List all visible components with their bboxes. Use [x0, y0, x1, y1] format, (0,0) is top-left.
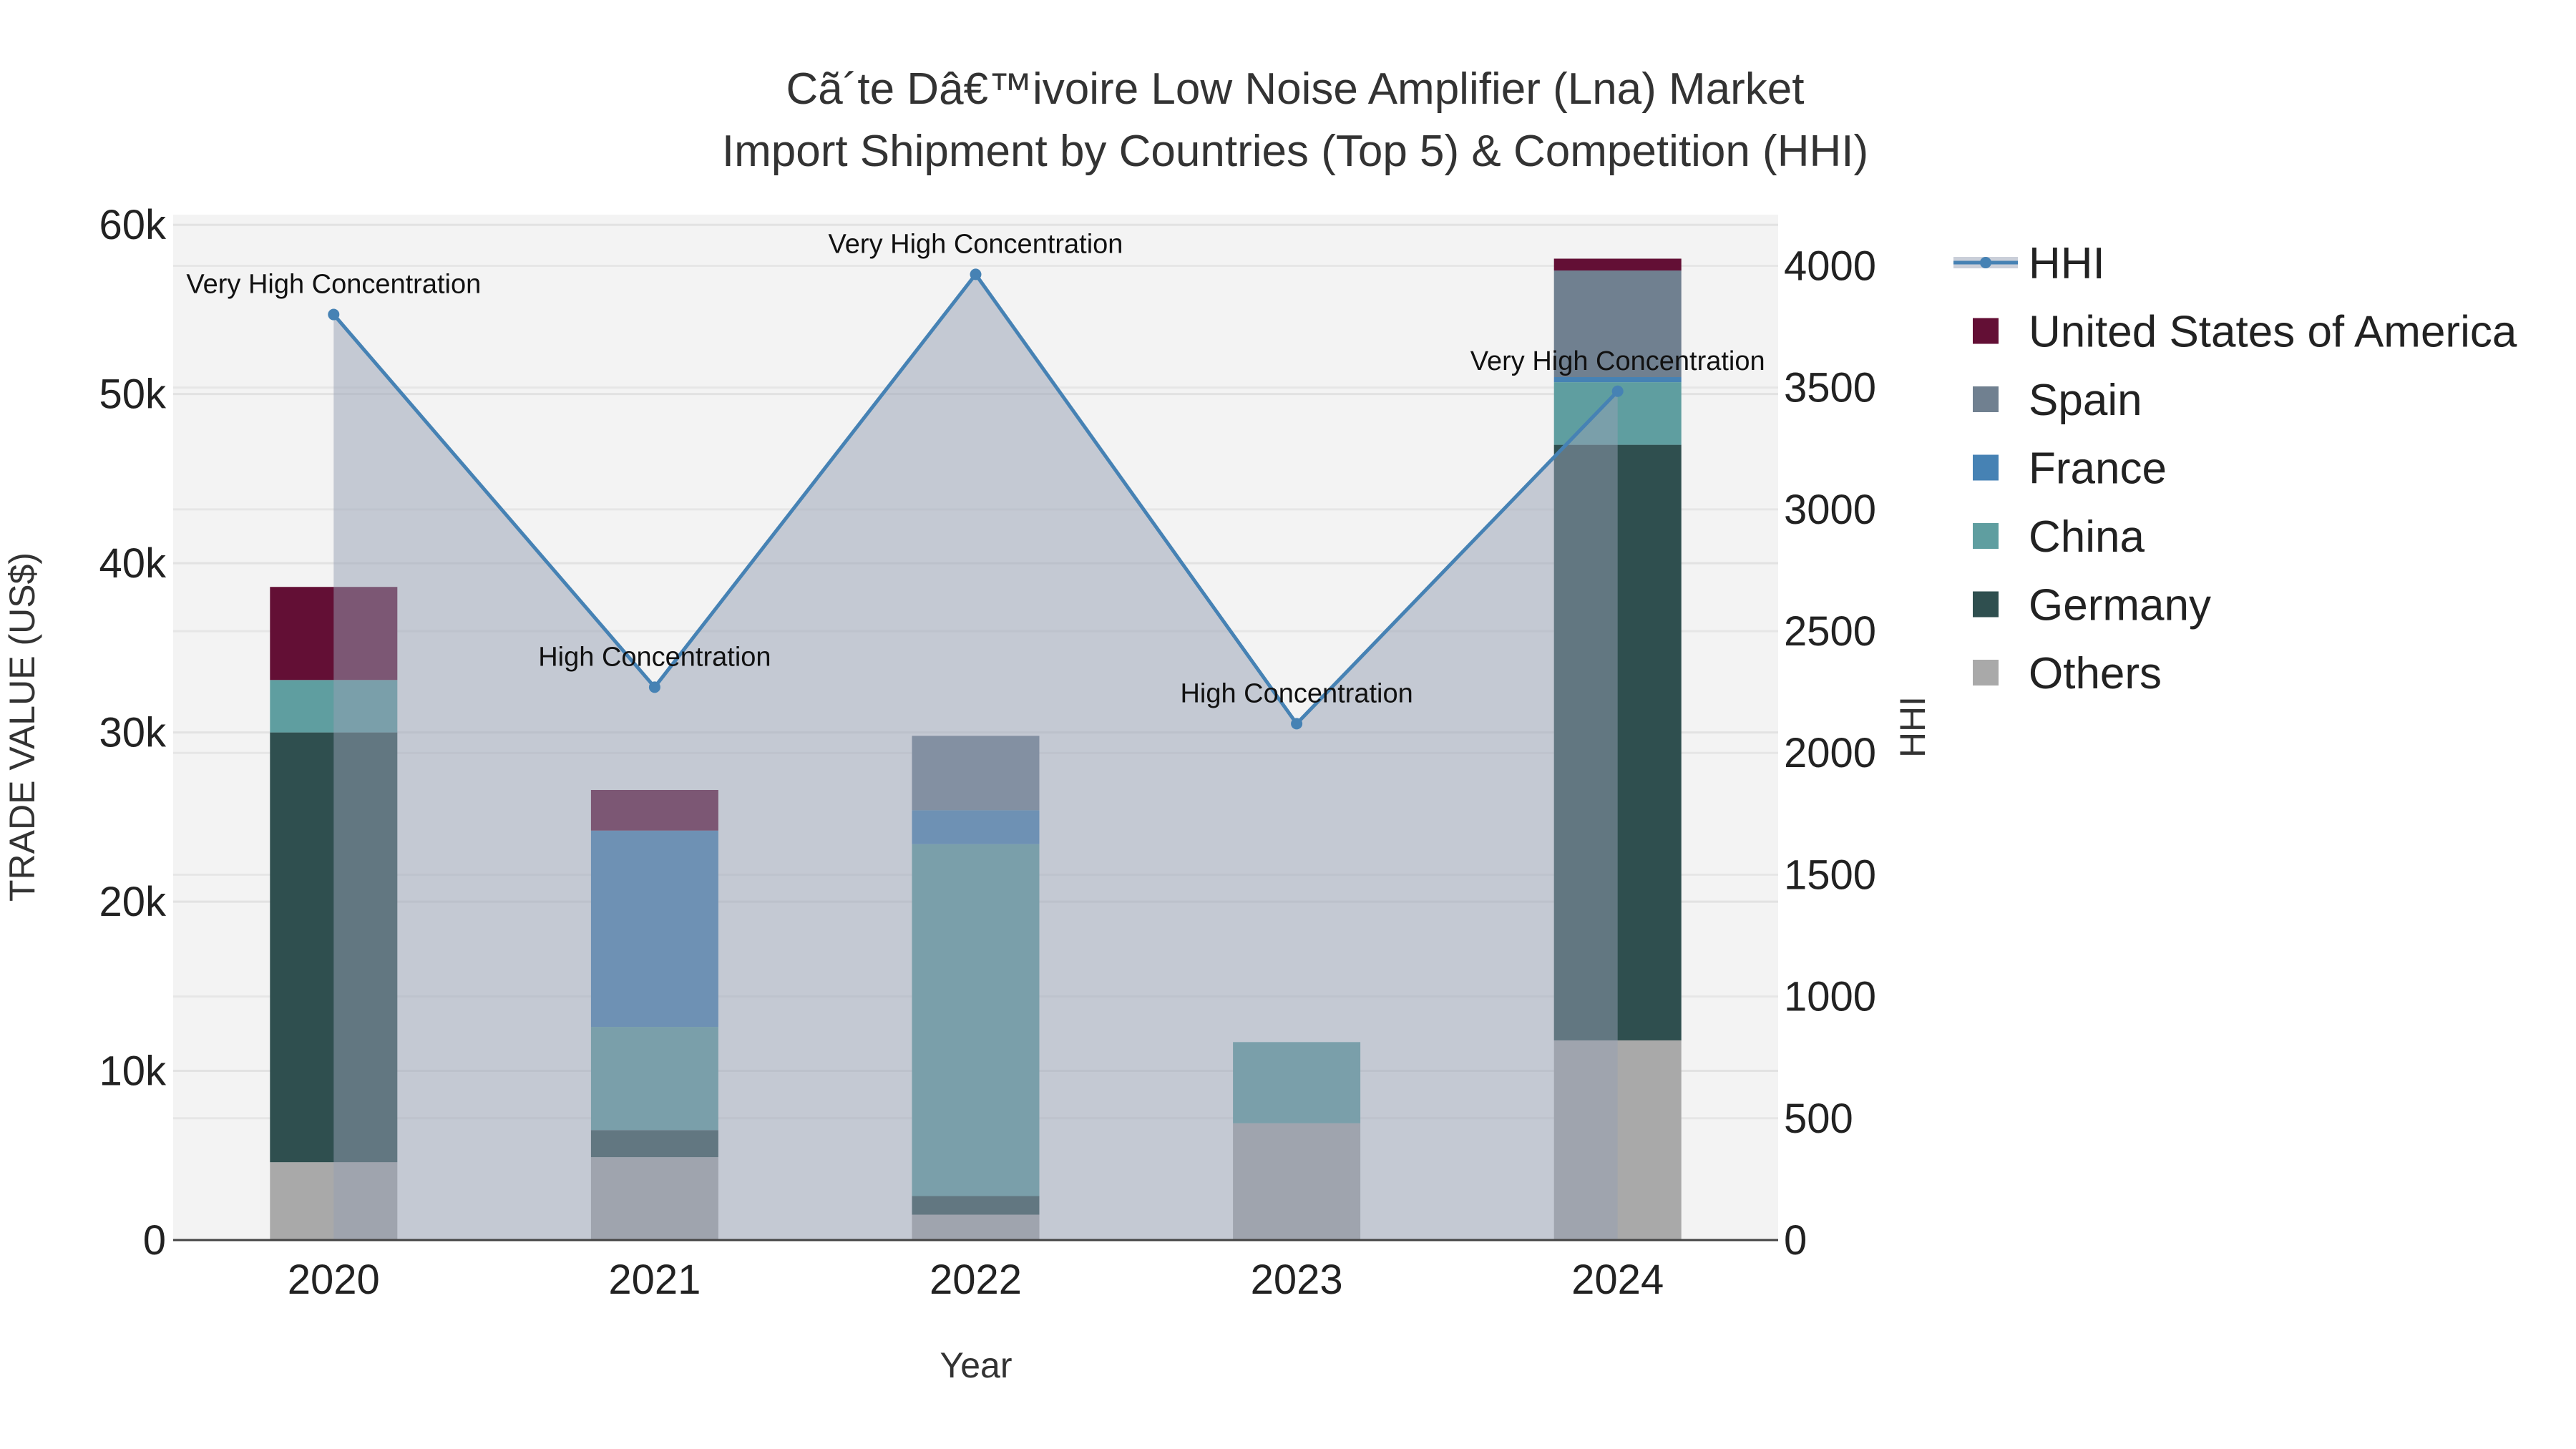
- legend: HHI United States of America Spain France Ch…: [1953, 239, 2517, 698]
- legend-item: Others: [1973, 649, 2162, 698]
- legend-swatch: [1973, 454, 1999, 481]
- chart: Cã´te Dâ€™ivoire Low Noise Amplifier (Ln…: [2, 64, 2517, 1385]
- legend-label: Germany: [2029, 581, 2211, 630]
- hhi-point: [648, 681, 660, 693]
- legend-item: China: [1973, 512, 2145, 562]
- y-axis-title: TRADE VALUE (US$): [2, 552, 42, 902]
- y-tick-label: 50k: [99, 371, 167, 418]
- legend-item: HHI: [1953, 239, 2105, 288]
- legend-item: Spain: [1973, 376, 2142, 425]
- y-tick-label: 10k: [99, 1048, 167, 1095]
- hhi-point: [328, 308, 340, 321]
- legend-swatch: [1973, 591, 1999, 618]
- legend-label: United States of America: [2029, 308, 2517, 357]
- legend-marker: [1980, 257, 1991, 268]
- y2-tick-label: 1000: [1784, 974, 1876, 1020]
- y2-tick-label: 1500: [1784, 852, 1876, 898]
- legend-item: France: [1973, 444, 2167, 494]
- hhi-point: [1291, 718, 1303, 730]
- hhi-point: [1611, 385, 1624, 397]
- y-tick-label: 20k: [99, 879, 167, 925]
- legend-label: France: [2029, 444, 2167, 494]
- legend-label: Spain: [2029, 376, 2142, 425]
- legend-label: China: [2029, 512, 2145, 562]
- y2-tick-label: 3500: [1784, 365, 1876, 411]
- legend-item: United States of America: [1973, 308, 2517, 357]
- y2-axis-title: HHI: [1893, 696, 1933, 758]
- legend-swatch: [1973, 318, 1999, 344]
- hhi-annotation: Very High Concentration: [829, 229, 1123, 259]
- hhi-annotation: Very High Concentration: [186, 270, 481, 300]
- hhi-point: [970, 268, 982, 280]
- y-tick-label: 40k: [99, 540, 167, 587]
- y-tick-label: 60k: [99, 202, 167, 248]
- hhi-annotation: High Concentration: [1180, 678, 1413, 708]
- hhi-annotation: High Concentration: [538, 642, 771, 672]
- x-axis-title: Year: [940, 1345, 1012, 1385]
- y2-tick-label: 2500: [1784, 608, 1876, 655]
- y2-tick-label: 3000: [1784, 487, 1876, 533]
- x-tick-label: 2022: [930, 1257, 1022, 1303]
- bar-france: [1553, 377, 1682, 383]
- x-tick-label: 2024: [1571, 1257, 1664, 1303]
- legend-item: Germany: [1973, 581, 2211, 630]
- bar-united-states-of-america: [1553, 258, 1682, 271]
- hhi-annotation: Very High Concentration: [1470, 346, 1765, 376]
- legend-label: Others: [2029, 649, 2162, 698]
- legend-swatch: [1973, 523, 1999, 549]
- x-tick-label: 2023: [1251, 1257, 1343, 1303]
- y2-tick-label: 4000: [1784, 243, 1876, 289]
- legend-swatch: [1973, 386, 1999, 412]
- y-tick-label: 30k: [99, 710, 167, 756]
- chart-title: Cã´te Dâ€™ivoire Low Noise Amplifier (Ln…: [786, 64, 1804, 114]
- x-tick-label: 2021: [608, 1257, 701, 1303]
- y2-tick-label: 0: [1784, 1217, 1807, 1264]
- y2-tick-label: 500: [1784, 1096, 1853, 1142]
- x-tick-label: 2020: [288, 1257, 380, 1303]
- y-tick-label: 0: [143, 1217, 166, 1264]
- legend-swatch: [1973, 660, 1999, 686]
- chart-subtitle: Import Shipment by Countries (Top 5) & C…: [722, 127, 1868, 176]
- legend-label: HHI: [2029, 239, 2105, 288]
- y2-tick-label: 2000: [1784, 730, 1876, 776]
